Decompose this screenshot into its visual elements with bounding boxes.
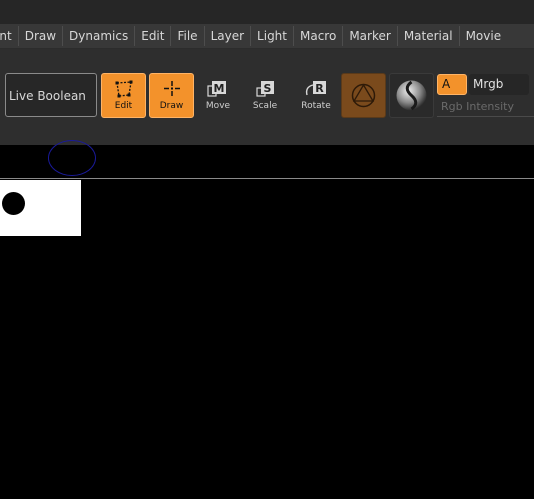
color-mode-select[interactable]: Mrgb (469, 74, 529, 95)
material-button[interactable] (341, 73, 386, 118)
menu-item-material[interactable]: Material (398, 26, 460, 46)
draw-label: Draw (159, 101, 184, 111)
rotate-label: Rotate (301, 101, 331, 111)
toolbar: Live Boolean Edit Draw M Move S Scale R … (0, 49, 534, 184)
rotate-icon: R (296, 79, 336, 101)
menu-item-edit[interactable]: Edit (135, 26, 172, 46)
canvas[interactable] (0, 140, 534, 499)
title-bar (0, 0, 534, 24)
menu-item-dynamics[interactable]: Dynamics (63, 26, 136, 46)
matcap-sphere-icon (396, 80, 427, 111)
menu-item-movie[interactable]: Movie (460, 26, 508, 46)
draw-icon (150, 79, 193, 101)
scale-icon: S (245, 79, 285, 101)
canvas-white-panel (0, 180, 81, 236)
menu-item-marker[interactable]: Marker (343, 26, 398, 46)
matcap-button[interactable] (389, 73, 434, 118)
canvas-dot (2, 192, 25, 215)
canvas-divider (0, 178, 534, 179)
menu-item-macro[interactable]: Macro (294, 26, 344, 46)
edit-button[interactable]: Edit (101, 73, 146, 118)
menu-item-file[interactable]: File (171, 26, 205, 46)
draw-button[interactable]: Draw (149, 73, 194, 118)
move-label: Move (205, 101, 231, 111)
move-icon: M (198, 79, 238, 101)
rgb-intensity-slider[interactable]: Rgb Intensity (437, 97, 534, 117)
live-boolean-button[interactable]: Live Boolean (5, 73, 97, 117)
menu-item-light[interactable]: Light (251, 26, 294, 46)
brush-cursor (48, 140, 96, 176)
edit-label: Edit (114, 101, 133, 111)
material-sphere-icon (351, 83, 376, 108)
menu-item-layer[interactable]: Layer (205, 26, 252, 46)
svg-text:M: M (214, 82, 225, 95)
scale-button[interactable]: S Scale (245, 79, 285, 115)
svg-text:R: R (315, 82, 324, 95)
svg-text:S: S (264, 82, 272, 95)
move-button[interactable]: M Move (198, 79, 238, 115)
menu-item-ent[interactable]: ent (0, 26, 19, 46)
alpha-toggle-button[interactable]: A (437, 74, 467, 95)
edit-icon (102, 79, 145, 101)
rotate-button[interactable]: R Rotate (296, 79, 336, 115)
menu-bar: ent Draw Dynamics Edit File Layer Light … (0, 24, 534, 49)
scale-label: Scale (252, 101, 278, 111)
menu-item-draw[interactable]: Draw (19, 26, 64, 46)
